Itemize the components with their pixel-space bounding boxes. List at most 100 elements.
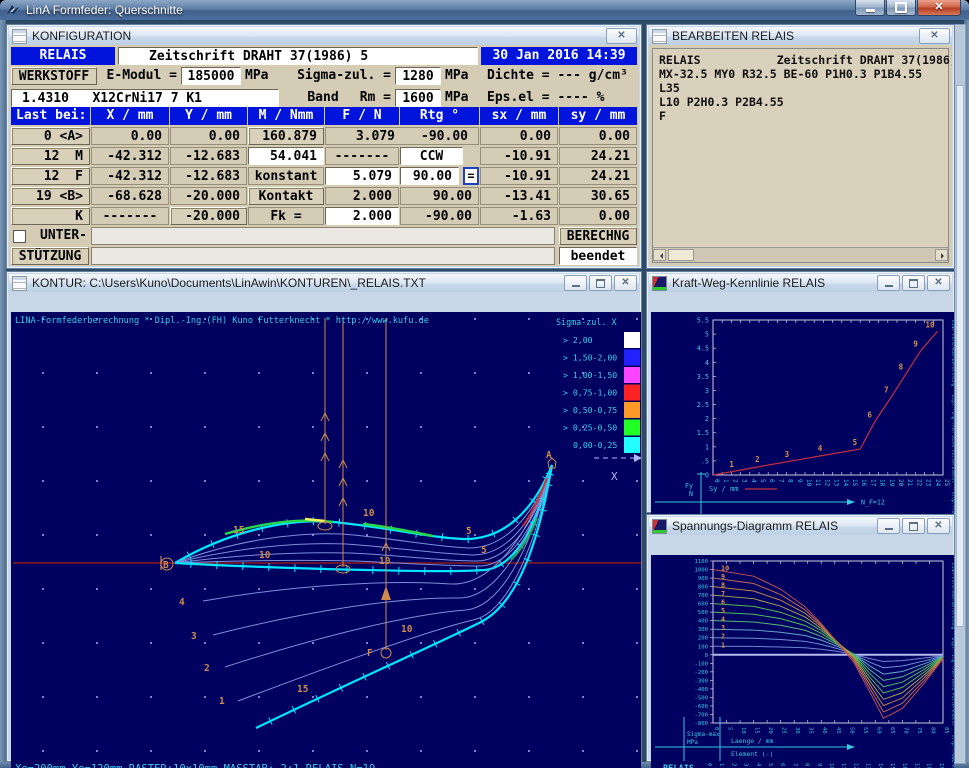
kontur-plot: 151051010432115105FABLINA-Formfederberec… [11, 312, 641, 768]
svg-text:8: 8 [787, 479, 794, 483]
chart-footer: RELAIS [663, 764, 694, 768]
cell-r3c0[interactable]: 19 <B> [11, 187, 90, 205]
svg-text:0: 0 [713, 479, 720, 483]
kraft-weg-titlebar[interactable]: Kraft-Weg-Kennlinie RELAIS ✕ [649, 274, 952, 292]
konfiguration-close-button[interactable]: ✕ [606, 28, 637, 44]
close-button[interactable]: ✕ [917, 0, 961, 16]
editor-area[interactable]: RELAIS Zeitschrift DRAHT 37(1986) 5 MX-3… [652, 48, 949, 263]
mpa-label-2: MPa [445, 67, 479, 85]
cell-r3c2: -20.000 [170, 187, 247, 205]
kontur-maximize-button[interactable] [589, 275, 612, 291]
cell-r4c0[interactable]: K [11, 207, 90, 225]
spannung-maximize-button[interactable] [902, 518, 925, 534]
spring-name-field[interactable]: RELAIS [11, 47, 115, 65]
cell-r4c2[interactable]: -20.000 [170, 207, 247, 225]
stress-curve-6 [713, 604, 943, 693]
kraft-weg-canvas[interactable]: 0123456789101112131415161718192021222324… [651, 312, 954, 531]
point-label-6: 6 [867, 410, 872, 419]
rm-field[interactable]: 1600 [395, 89, 441, 107]
main-titlebar[interactable]: LinA Formfeder: Querschnitte ✕ [0, 0, 969, 21]
stuetzung-button[interactable]: STÜTZUNG [11, 247, 89, 265]
minimize-button[interactable] [855, 0, 885, 16]
kraft-maximize-button[interactable] [902, 275, 925, 291]
svg-text:11: 11 [814, 479, 821, 487]
svg-text:2.5: 2.5 [697, 401, 709, 409]
cell-r1c5[interactable]: CCW [400, 147, 463, 165]
cell-r1c6: -10.91 [480, 147, 558, 165]
kraft-close-button[interactable]: ✕ [927, 275, 950, 291]
cell-r3c3[interactable]: Kontakt [248, 187, 324, 205]
cell-r1c0[interactable]: 12 M [11, 147, 90, 165]
hscrollbar-thumb[interactable] [668, 249, 694, 261]
scroll-right-arrow-icon[interactable] [935, 249, 948, 261]
cell-r2c4[interactable]: 5.079 [325, 167, 399, 185]
cell-r3c4: 2.000 [325, 187, 399, 205]
kontur-close-button[interactable]: ✕ [614, 275, 637, 291]
stuetzung-field[interactable] [91, 247, 555, 265]
spannung-canvas[interactable]: 110010009008007006005004003002001000-100… [651, 555, 954, 768]
point-label-1: 1 [729, 460, 734, 469]
cell-r4c5: -90.00 [400, 207, 479, 225]
bearbeiten-titlebar[interactable]: BEARBEITEN RELAIS ✕ [649, 27, 952, 45]
spannung-plot: 110010009008007006005004003002001000-100… [655, 559, 954, 768]
berechnung-button[interactable]: BERECHNG [559, 227, 637, 245]
curve-label-10: 10 [721, 565, 729, 573]
svg-text:15: 15 [754, 727, 760, 734]
spannung-close-button[interactable]: ✕ [927, 518, 950, 534]
cell-r4c4[interactable]: 2.000 [325, 207, 399, 225]
point-label-4: 4 [818, 444, 823, 453]
kontur-canvas[interactable]: 151051010432115105FABLINA-Formfederberec… [11, 312, 641, 768]
cell-r2c5[interactable]: 90.00 [400, 167, 459, 185]
svg-text:17: 17 [869, 479, 876, 487]
contour-label-10: 10 [401, 624, 413, 635]
svg-text:12: 12 [823, 479, 830, 487]
scroll-left-arrow-icon[interactable] [653, 249, 666, 261]
spannung-minimize-button[interactable] [877, 518, 900, 534]
cell-r0c0[interactable]: 0 <A> [11, 127, 90, 145]
werkstoff-button[interactable]: WERKSTOFF [11, 67, 97, 85]
maximize-button[interactable] [886, 0, 916, 16]
svg-text:200: 200 [698, 636, 708, 642]
svg-text:30: 30 [794, 727, 800, 734]
bearbeiten-close-button[interactable]: ✕ [919, 28, 950, 44]
editor-text[interactable]: RELAIS Zeitschrift DRAHT 37(1986) 5 MX-3… [653, 49, 948, 123]
mdi-vertical-scrollbar[interactable] [954, 24, 966, 764]
cell-r2c0[interactable]: 12 F [11, 167, 90, 185]
point-label-10: 10 [925, 320, 935, 329]
kraft-minimize-button[interactable] [877, 275, 900, 291]
maximize-icon [909, 522, 918, 531]
svg-text:0: 0 [706, 763, 712, 766]
mpa-label-1: MPa [245, 67, 279, 85]
contour-label-B: B [163, 560, 169, 571]
watermark-text: LINA-Formfederberechnung * Dipl.-Ing.(FH… [950, 320, 954, 531]
chart-icon [652, 519, 667, 534]
eps-label: Eps.el = ---- % [487, 89, 637, 107]
konfiguration-titlebar[interactable]: KONFIGURATION ✕ [9, 27, 639, 45]
spannung-titlebar[interactable]: Spannungs-Diagramm RELAIS ✕ [649, 517, 952, 535]
cell-r0c3[interactable]: 160.879 [248, 127, 324, 145]
kontur-minimize-button[interactable] [564, 275, 587, 291]
legend-swatch-6 [624, 437, 640, 453]
material-field[interactable]: 1.4310 X12CrNi17 7 K1 [11, 89, 279, 107]
contour-label-5: 5 [466, 526, 472, 537]
unterstuetzung-checkbox[interactable] [13, 230, 26, 243]
unterstuetzung-field[interactable] [91, 227, 555, 245]
y-axis-unit-2: MPa [687, 739, 698, 746]
scrollbar-thumb[interactable] [956, 85, 964, 627]
cell-r1c3[interactable]: 54.041 [248, 147, 324, 165]
source-field[interactable]: Zeitschrift DRAHT 37(1986) 5 [118, 47, 478, 65]
legend-label-5: > 0,25-0,50 [563, 423, 617, 433]
editor-hscrollbar[interactable] [653, 247, 948, 262]
column-header-4: F / N [325, 107, 399, 125]
point-label-7: 7 [884, 386, 889, 395]
legend-swatch-2 [624, 367, 640, 383]
main-window-title: LinA Formfeder: Querschnitte [26, 3, 183, 17]
legend-swatch-0 [624, 332, 640, 348]
equals-button[interactable]: = [463, 167, 479, 185]
table-row: 12 M-42.312-12.68354.041-------CCW-10.91… [9, 147, 639, 167]
kontur-titlebar[interactable]: KONTUR: C:\Users\Kuno\Documents\LinAwin\… [9, 274, 639, 292]
sigma-field[interactable]: 1280 [395, 67, 441, 85]
svg-text:6: 6 [779, 763, 785, 766]
svg-text:100: 100 [698, 644, 708, 650]
emodul-field[interactable]: 185000 [181, 67, 241, 85]
